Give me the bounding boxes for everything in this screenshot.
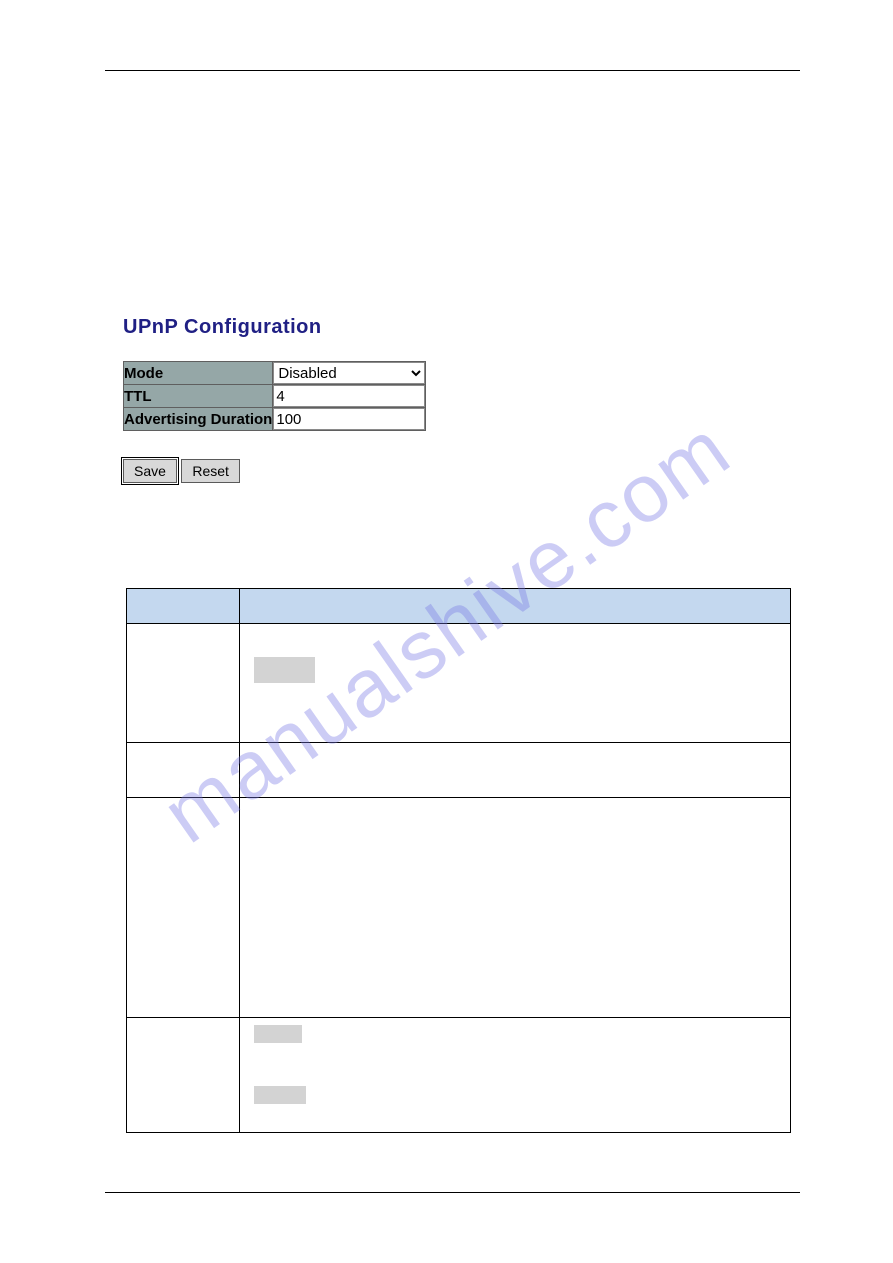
adv-duration-label: Advertising Duration: [124, 408, 273, 431]
reset-button[interactable]: Reset: [181, 459, 240, 483]
ttl-label: TTL: [124, 385, 273, 408]
desc-row3-col1: [127, 798, 240, 1018]
upnp-title: UPnP Configuration: [123, 316, 426, 339]
adv-duration-input[interactable]: [273, 408, 425, 430]
save-button[interactable]: Save: [123, 459, 177, 483]
desc-row2-col2: [240, 743, 791, 798]
desc-row2-col1: [127, 743, 240, 798]
mode-select[interactable]: Disabled: [273, 362, 425, 384]
desc-row1-col1: [127, 624, 240, 743]
desc-header-col1: [127, 589, 240, 624]
desc-row3-col2: [240, 798, 791, 1018]
gray-placeholder-2: [254, 1025, 302, 1043]
gray-placeholder-1: [254, 657, 315, 683]
mode-label: Mode: [124, 362, 273, 385]
top-rule: [105, 70, 800, 71]
desc-header-col2: [240, 589, 791, 624]
description-table: [126, 588, 791, 1133]
description-table-wrap: [126, 588, 790, 1133]
ttl-input[interactable]: [273, 385, 425, 407]
bottom-rule: [105, 1192, 800, 1193]
desc-row4-col2: [240, 1018, 791, 1133]
desc-row1-col2: [240, 624, 791, 743]
upnp-config-table: Mode Disabled TTL Advertising Duration: [123, 361, 426, 431]
gray-placeholder-3: [254, 1086, 306, 1104]
desc-row4-col1: [127, 1018, 240, 1133]
upnp-config-panel: UPnP Configuration Mode Disabled TTL Adv…: [123, 316, 426, 483]
